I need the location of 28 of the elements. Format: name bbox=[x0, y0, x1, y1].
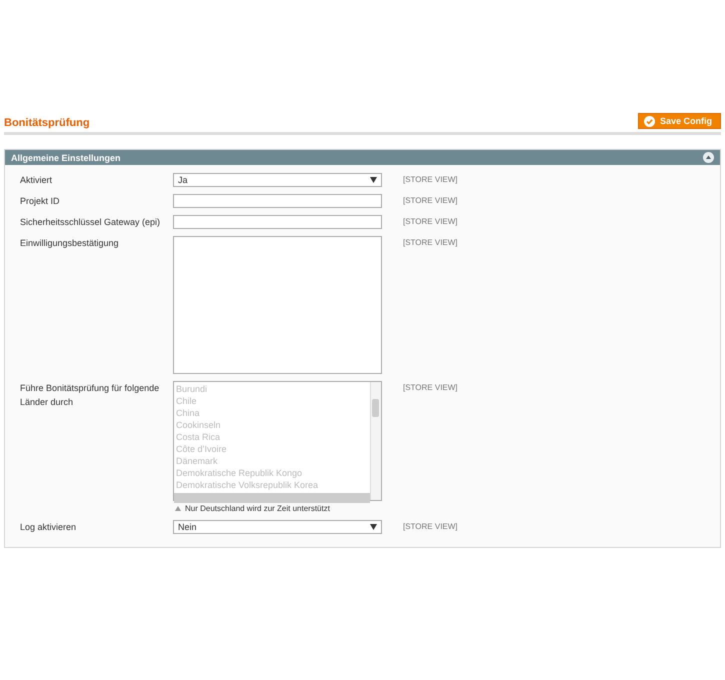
checkmark-icon bbox=[644, 116, 655, 126]
scope-label: [STORE VIEW] bbox=[403, 382, 458, 394]
field-label: Projekt ID bbox=[19, 195, 61, 208]
text-field[interactable] bbox=[173, 215, 382, 229]
section-header[interactable]: Allgemeine Einstellungen bbox=[5, 150, 720, 165]
dropdown-arrow-icon bbox=[370, 524, 377, 530]
scope-label: [STORE VIEW] bbox=[403, 216, 458, 228]
scope-label: [STORE VIEW] bbox=[403, 237, 458, 249]
field-label: Aktiviert bbox=[19, 174, 54, 187]
field-label: Sicherheitsschlüssel Gateway (epi) bbox=[19, 216, 162, 229]
collapse-icon[interactable] bbox=[703, 152, 714, 163]
field-note: Nur Deutschland wird zur Zeit unterstützt bbox=[185, 504, 330, 513]
select-field[interactable]: Ja bbox=[173, 173, 382, 187]
save-config-button[interactable]: Save Config bbox=[638, 113, 721, 129]
scope-label: [STORE VIEW] bbox=[403, 195, 458, 207]
select-field[interactable]: Nein bbox=[173, 520, 382, 534]
scope-label: [STORE VIEW] bbox=[403, 521, 458, 533]
field-label: Log aktivieren bbox=[19, 521, 78, 534]
triangle-icon bbox=[175, 506, 181, 511]
text-field[interactable] bbox=[173, 194, 382, 208]
section-title: Allgemeine Einstellungen bbox=[11, 152, 121, 162]
scope-label: [STORE VIEW] bbox=[403, 174, 458, 186]
field-label: Führe Bonitätsprüfung für folgende Länder durch bbox=[19, 382, 160, 409]
page-title: Bonitätsprüfung bbox=[4, 117, 90, 129]
field-label: Einwilligungsbestätigung bbox=[19, 237, 120, 250]
text-area[interactable] bbox=[173, 236, 382, 374]
dropdown-arrow-icon bbox=[370, 177, 377, 183]
scrollbar-thumb[interactable] bbox=[372, 399, 379, 417]
